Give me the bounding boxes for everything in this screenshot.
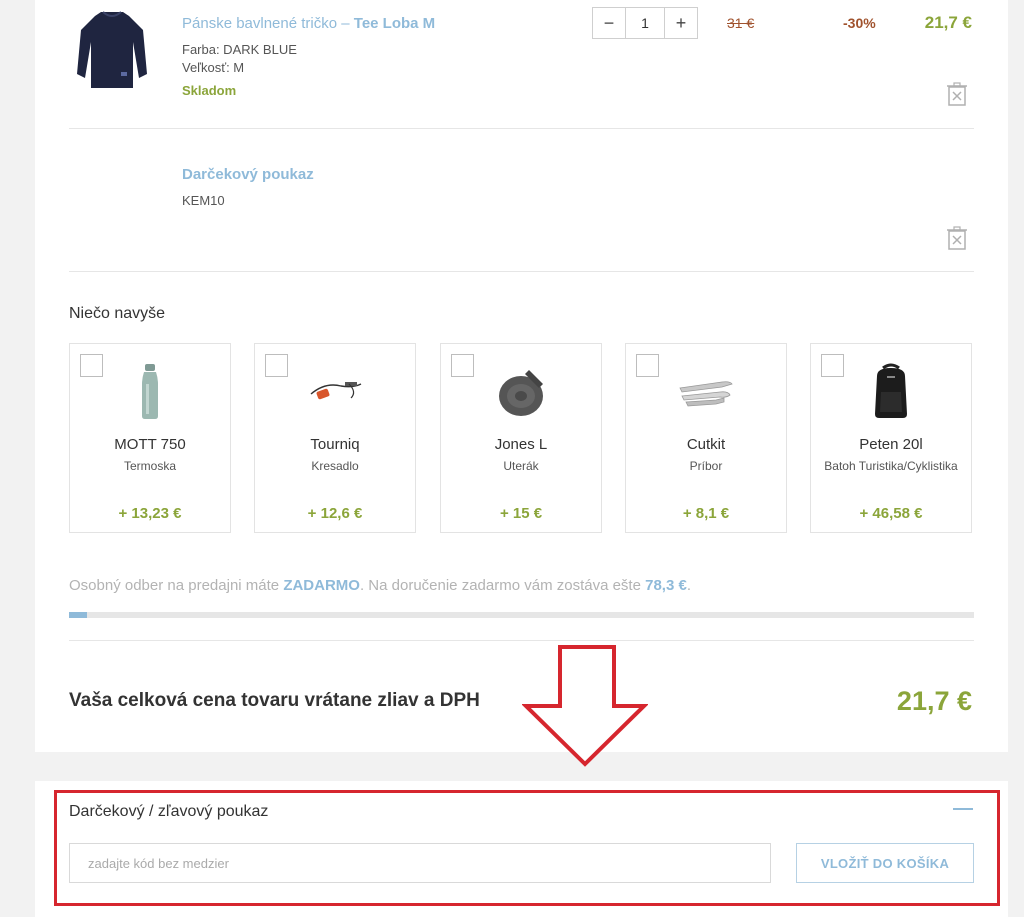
upsell-price: + 12,6 € — [307, 505, 363, 522]
upsell-type: Termoska — [123, 459, 176, 473]
total-price: 21,7 € — [896, 686, 972, 716]
upsell-checkbox[interactable] — [821, 354, 844, 377]
quantity-value[interactable]: 1 — [625, 8, 665, 38]
upsell-name: Jones L — [494, 436, 548, 453]
firestarter-image — [310, 382, 362, 400]
discount-badge: -30% — [843, 15, 876, 31]
trash-icon[interactable] — [946, 82, 968, 106]
free-delivery-info: Osobný odber na predajni máte ZADARMO. N… — [69, 577, 691, 594]
total-label: Vaša celková cena tovaru vrátane zliav a… — [69, 690, 480, 711]
upsell-price: + 15 € — [499, 505, 543, 522]
stock-status: Skladom — [182, 83, 237, 98]
cart-item: Pánske bavlnené tričko – Tee Loba M Farb… — [69, 0, 974, 129]
voucher-code: KEM10 — [182, 193, 225, 208]
quantity-increase-button[interactable]: + — [665, 8, 697, 38]
upsell-checkbox[interactable] — [80, 354, 103, 377]
item-price: 21,7 € — [924, 13, 972, 32]
tshirt-image[interactable] — [77, 8, 147, 90]
upsell-checkbox[interactable] — [636, 354, 659, 377]
upsell-name: MOTT 750 — [114, 436, 186, 453]
voucher-title: Darčekový / zľavový poukaz — [69, 803, 269, 820]
progress-fill — [69, 612, 88, 618]
upsell-type: Kresadlo — [311, 459, 359, 473]
product-link[interactable]: Darčekový poukaz — [182, 166, 314, 183]
quantity-decrease-button[interactable]: − — [593, 8, 625, 38]
down-arrow-icon — [522, 645, 648, 767]
upsell-name: Tourniq — [310, 436, 360, 453]
upsell-type: Uterák — [503, 459, 539, 473]
upsell-price: + 46,58 € — [859, 505, 923, 522]
upsell-card[interactable]: Peten 20l Batoh Turistika/Cyklistika + 4… — [810, 343, 972, 533]
cart-item: Darčekový poukaz KEM10 — [69, 129, 974, 272]
backpack-image — [875, 363, 907, 418]
product-link[interactable]: Pánske bavlnené tričko – Tee Loba M — [182, 15, 435, 32]
upsell-name: Peten 20l — [859, 436, 923, 453]
upsell-price: + 8,1 € — [682, 505, 730, 522]
upsell-card[interactable]: Jones L Uterák + 15 € — [440, 343, 602, 533]
upsell-type: Príbor — [689, 459, 723, 473]
upsell-card[interactable]: MOTT 750 Termoska + 13,23 € — [69, 343, 231, 533]
product-size: Veľkosť: M — [182, 60, 245, 75]
upsell-card[interactable]: Tourniq Kresadlo + 12,6 € — [254, 343, 416, 533]
upsell-card[interactable]: Cutkit Príbor + 8,1 € — [625, 343, 787, 533]
minus-icon[interactable] — [953, 808, 973, 810]
product-color: Farba: DARK BLUE — [182, 42, 297, 57]
quantity-stepper: − 1 + — [592, 7, 698, 39]
upsell-price: + 13,23 € — [118, 505, 182, 522]
divider — [69, 640, 974, 641]
towel-image — [499, 370, 543, 416]
free-delivery-progress — [69, 612, 974, 618]
upsell-checkbox[interactable] — [265, 354, 288, 377]
upsell-heading: Niečo navyše — [69, 305, 166, 322]
upsell-checkbox[interactable] — [451, 354, 474, 377]
apply-voucher-button[interactable]: VLOŽIŤ DO KOŠÍKA — [796, 843, 974, 883]
voucher-code-input[interactable] — [69, 843, 771, 883]
bottle-image — [142, 364, 158, 419]
upsell-name: Cutkit — [686, 436, 726, 453]
original-price: 31 € — [727, 15, 755, 31]
trash-icon[interactable] — [946, 226, 968, 250]
cutlery-image — [679, 381, 733, 407]
upsell-type: Batoh Turistika/Cyklistika — [824, 459, 958, 473]
